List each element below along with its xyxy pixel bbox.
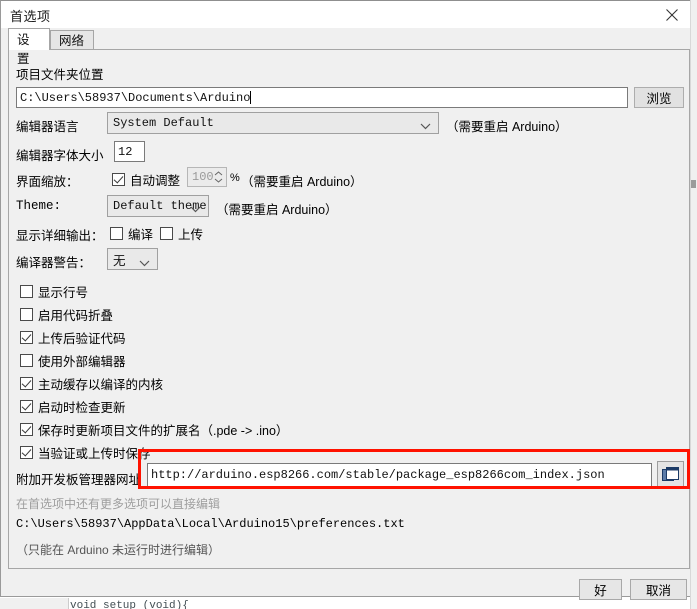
sketchbook-location-value: C:\Users\58937\Documents\Arduino — [20, 90, 251, 105]
checkbox-verify-code-after-upload[interactable]: 上传后验证代码 — [20, 328, 126, 347]
compiler-warnings-value: 无 — [113, 253, 126, 268]
checkbox-label: 当验证或上传时保存 — [38, 447, 151, 461]
checkbox-display-line-numbers[interactable]: 显示行号 — [20, 282, 88, 301]
checkbox-box — [20, 446, 33, 459]
checkbox-label: 使用外部编辑器 — [38, 355, 126, 369]
chevron-down-icon — [190, 203, 201, 217]
editor-language-value: System Default — [113, 116, 214, 130]
checkbox-aggressively-cache-compiled-core[interactable]: 主动缓存以编译的内核 — [20, 374, 163, 393]
checkbox-label: 上传后验证代码 — [38, 332, 126, 346]
additional-urls-input[interactable]: http://arduino.esp8266.com/stable/packag… — [147, 463, 652, 487]
checkbox-label: 启动时检查更新 — [38, 401, 126, 415]
text-caret — [250, 91, 252, 104]
settings-panel: 项目文件夹位置 C:\Users\58937\Documents\Arduino… — [8, 49, 690, 569]
window-copy-icon[interactable] — [657, 461, 684, 488]
editor-language-select[interactable]: System Default — [107, 112, 439, 134]
interface-scale-percent-stepper[interactable]: 100 — [187, 167, 227, 187]
ok-button[interactable]: 好 — [579, 579, 622, 600]
preferences-dialog: 首选项 设置 网络 项目文件夹位置 C:\Users\58937\Documen… — [0, 0, 697, 600]
editor-language-restart-note: （需要重启 Arduino） — [446, 120, 568, 134]
cancel-button[interactable]: 取消 — [630, 579, 687, 600]
checkbox-box — [112, 173, 125, 186]
editor-font-size-value: 12 — [118, 144, 133, 159]
checkbox-enable-code-folding[interactable]: 启用代码折叠 — [20, 305, 113, 324]
verbose-output-label: 显示详细输出： — [16, 229, 104, 243]
verbose-compile-label: 编译 — [128, 228, 154, 242]
sketchbook-location-input[interactable]: C:\Users\58937\Documents\Arduino — [16, 87, 628, 108]
checkbox-box — [110, 227, 123, 240]
preferences-edit-note: （只能在 Arduino 未运行时进行编辑） — [16, 543, 221, 557]
checkbox-update-sketch-extension-on-save[interactable]: 保存时更新项目文件的扩展名（.pde -> .ino） — [20, 420, 288, 439]
editor-font-size-label: 编辑器字体大小 — [16, 149, 104, 163]
screen: void setup (void){ 首选项 设置 网络 项目文件夹位置 C:\… — [0, 0, 697, 609]
checkbox-label: 主动缓存以编译的内核 — [38, 378, 164, 392]
chevron-down-icon — [420, 120, 431, 134]
checkbox-box — [20, 331, 33, 344]
theme-select[interactable]: Default theme — [107, 195, 209, 217]
dialog-titlebar: 首选项 — [1, 1, 695, 28]
dialog-title: 首选项 — [10, 9, 51, 24]
interface-scale-restart-note: （需要重启 Arduino） — [241, 175, 363, 189]
background-ide-code-line: void setup (void){ — [70, 600, 189, 609]
tab-settings[interactable]: 设置 — [8, 28, 50, 66]
tab-strip: 设置 网络 — [1, 28, 697, 66]
interface-scale-label: 界面缩放： — [16, 175, 79, 189]
checkbox-label: 显示行号 — [38, 286, 89, 300]
verbose-compile-checkbox[interactable]: 编译 — [110, 224, 153, 243]
chevron-down-icon — [139, 256, 150, 270]
checkbox-box — [20, 308, 33, 321]
verbose-upload-label: 上传 — [178, 228, 204, 242]
additional-urls-value: http://arduino.esp8266.com/stable/packag… — [151, 468, 605, 482]
checkbox-box — [160, 227, 173, 240]
editor-font-size-input[interactable]: 12 — [114, 141, 145, 162]
theme-label: Theme: — [16, 199, 62, 213]
theme-restart-note: （需要重启 Arduino） — [216, 203, 338, 217]
browse-button[interactable]: 浏览 — [634, 87, 684, 108]
checkbox-box — [20, 400, 33, 413]
interface-scale-percent-value: 100 — [192, 170, 214, 184]
compiler-warnings-select[interactable]: 无 — [107, 248, 158, 270]
checkbox-label: 保存时更新项目文件的扩展名（.pde -> .ino） — [38, 424, 289, 438]
compiler-warnings-label: 编译器警告： — [16, 256, 92, 270]
checkbox-check-updates-on-startup[interactable]: 启动时检查更新 — [20, 397, 126, 416]
verbose-upload-checkbox[interactable]: 上传 — [160, 224, 203, 243]
background-scrollbar-track[interactable] — [690, 0, 697, 609]
editor-language-label: 编辑器语言 — [16, 120, 79, 134]
interface-scale-auto-checkbox[interactable]: 自动调整 — [112, 170, 180, 189]
preferences-file-path: C:\Users\58937\AppData\Local\Arduino15\p… — [16, 517, 405, 531]
more-preferences-hint: 在首选项中还有更多选项可以直接编辑 — [16, 497, 221, 511]
tab-network[interactable]: 网络 — [50, 30, 94, 50]
checkbox-use-external-editor[interactable]: 使用外部编辑器 — [20, 351, 126, 370]
checkbox-save-when-verify-or-upload[interactable]: 当验证或上传时保存 — [20, 443, 151, 462]
checkbox-box — [20, 285, 33, 298]
close-icon[interactable] — [649, 1, 695, 28]
checkbox-box — [20, 354, 33, 367]
interface-scale-auto-label: 自动调整 — [130, 174, 181, 188]
interface-scale-percent-suffix: % — [230, 172, 240, 184]
stepper-arrows-icon[interactable] — [212, 168, 224, 186]
checkbox-box — [20, 423, 33, 436]
checkbox-box — [20, 377, 33, 390]
background-scrollbar-thumb[interactable] — [691, 180, 696, 188]
background-ide-line-gutter — [0, 598, 69, 609]
checkbox-label: 启用代码折叠 — [38, 309, 114, 323]
additional-urls-label: 附加开发板管理器网址 — [16, 473, 142, 487]
